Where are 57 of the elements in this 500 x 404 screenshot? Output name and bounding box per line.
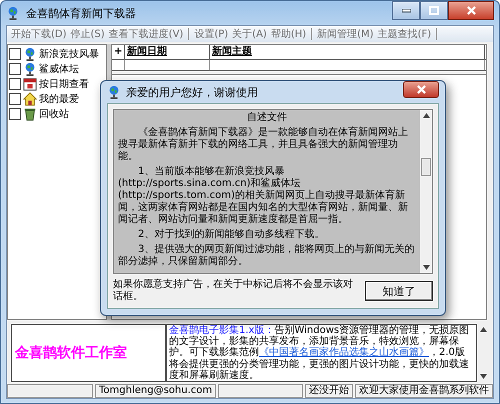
house-icon (23, 92, 37, 106)
close-icon (466, 6, 476, 15)
gallery-link[interactable]: 《中国著名画家作品选集之山水画篇》 (259, 347, 429, 358)
menu-item[interactable]: 新闻管理(M) (315, 27, 376, 41)
scroll-down-icon[interactable] (422, 265, 430, 270)
globe-icon (23, 46, 37, 60)
close-icon (416, 84, 426, 94)
checkbox[interactable] (9, 48, 21, 60)
menu-item[interactable]: 主题查找(F) (376, 27, 434, 41)
checkbox[interactable] (9, 62, 21, 74)
menu-item[interactable]: 开始下载(D) (9, 27, 69, 41)
ad-text: 金喜鹊电子影集1.x版：告别Windows资源管理器的管理，无损原图的文字设计，影集的共享发布，添加背景音乐，特效浏览，屏幕保护。可下载影集范例《中国著名画家作品选集之山水画篇》，2.0版将会提供更强的分类管理功能，更强的图片设计功能，更快的加载速度和屏幕刷新速度。 (166, 324, 477, 382)
column-header[interactable]: 新闻日期 (125, 45, 210, 59)
tree-item[interactable]: 鲨威体坛 (39, 62, 79, 76)
ok-button[interactable]: 知道了 (365, 281, 433, 301)
app-icon (107, 85, 121, 99)
tree-item[interactable]: 新浪竞技风暴 (39, 46, 99, 60)
menu-item[interactable]: 停止(S) (68, 27, 107, 41)
scroll-up-icon[interactable] (480, 327, 486, 332)
scroll-down-icon[interactable] (480, 374, 486, 379)
minimize-button[interactable] (392, 1, 420, 20)
recycle-bin-icon (23, 106, 37, 120)
readme-paragraph: 2、对于找到的新闻能够自动多线程下载。 (137, 229, 326, 241)
column-header[interactable]: + (112, 45, 125, 59)
calendar-icon (23, 76, 37, 90)
column-header[interactable]: 新闻主题 (210, 45, 485, 59)
menu-item[interactable]: 设置(P) (192, 27, 230, 41)
tree-item[interactable]: 按日期查看 (39, 76, 89, 90)
readme-paragraph: 3、提供强大的网页新闻过滤功能，能将网页上的与新闻无关的部分滤掉，只保留新闻部分。 (118, 244, 416, 268)
minimize-icon (402, 8, 410, 12)
tree-item[interactable]: 我的最爱 (39, 92, 79, 106)
app-icon (6, 6, 20, 20)
readme-paragraph: 《金喜鹊体育新闻下载器》是一款能够自动在体育新闻网站上搜寻最新体育新并下载的网络工具，并且具备强大的新闻管理功能。 (118, 127, 409, 163)
close-button[interactable] (448, 1, 494, 20)
maximize-icon (429, 6, 439, 15)
menu-item[interactable]: 帮助(H) (268, 27, 308, 41)
tree-item[interactable]: 回收站 (39, 106, 69, 120)
window-title: 金喜鹊体育新闻下载器 (26, 6, 137, 20)
scrollbar[interactable] (420, 110, 432, 273)
dialog-note: 如果你愿意支持广告，在关于中标记后将不会显示该对话框。 (113, 279, 354, 303)
menu-item[interactable]: 查看下载进度(V) (106, 27, 186, 41)
close-button[interactable] (403, 80, 439, 98)
checkbox[interactable] (9, 78, 21, 90)
readme-heading: 自述文件 (246, 112, 288, 124)
status-message: 欢迎大家使用金喜鹊系列软件 (355, 384, 493, 398)
checkbox[interactable] (9, 108, 21, 120)
readme-paragraph: 1、当前版本能够在新浪竞技风暴(http://sports.sina.com.cn)和鲨威体坛(http://sports.tom.com)的相关新闻网页上自动搜寻最新体育新闻，这两家体育网站都是在国内知名的大型体育网站，新闻量、新闻记者、网站访问量和新闻更新速度都是首屈一指。 (118, 166, 409, 226)
maximize-button[interactable] (420, 1, 448, 20)
scroll-up-icon[interactable] (422, 113, 430, 118)
scrollbar-thumb[interactable] (421, 158, 431, 176)
globe-icon (23, 62, 37, 76)
checkbox[interactable] (9, 92, 21, 104)
menu-item[interactable]: 关于(A) (230, 27, 269, 41)
status-email: Tomghleng@sohu.com (95, 384, 216, 398)
studio-banner: 金喜鹊软件工作室 (11, 324, 166, 382)
dialog-title: 亲爱的用户您好，谢谢使用 (126, 84, 259, 100)
status-state: 还没开始 (305, 384, 353, 398)
